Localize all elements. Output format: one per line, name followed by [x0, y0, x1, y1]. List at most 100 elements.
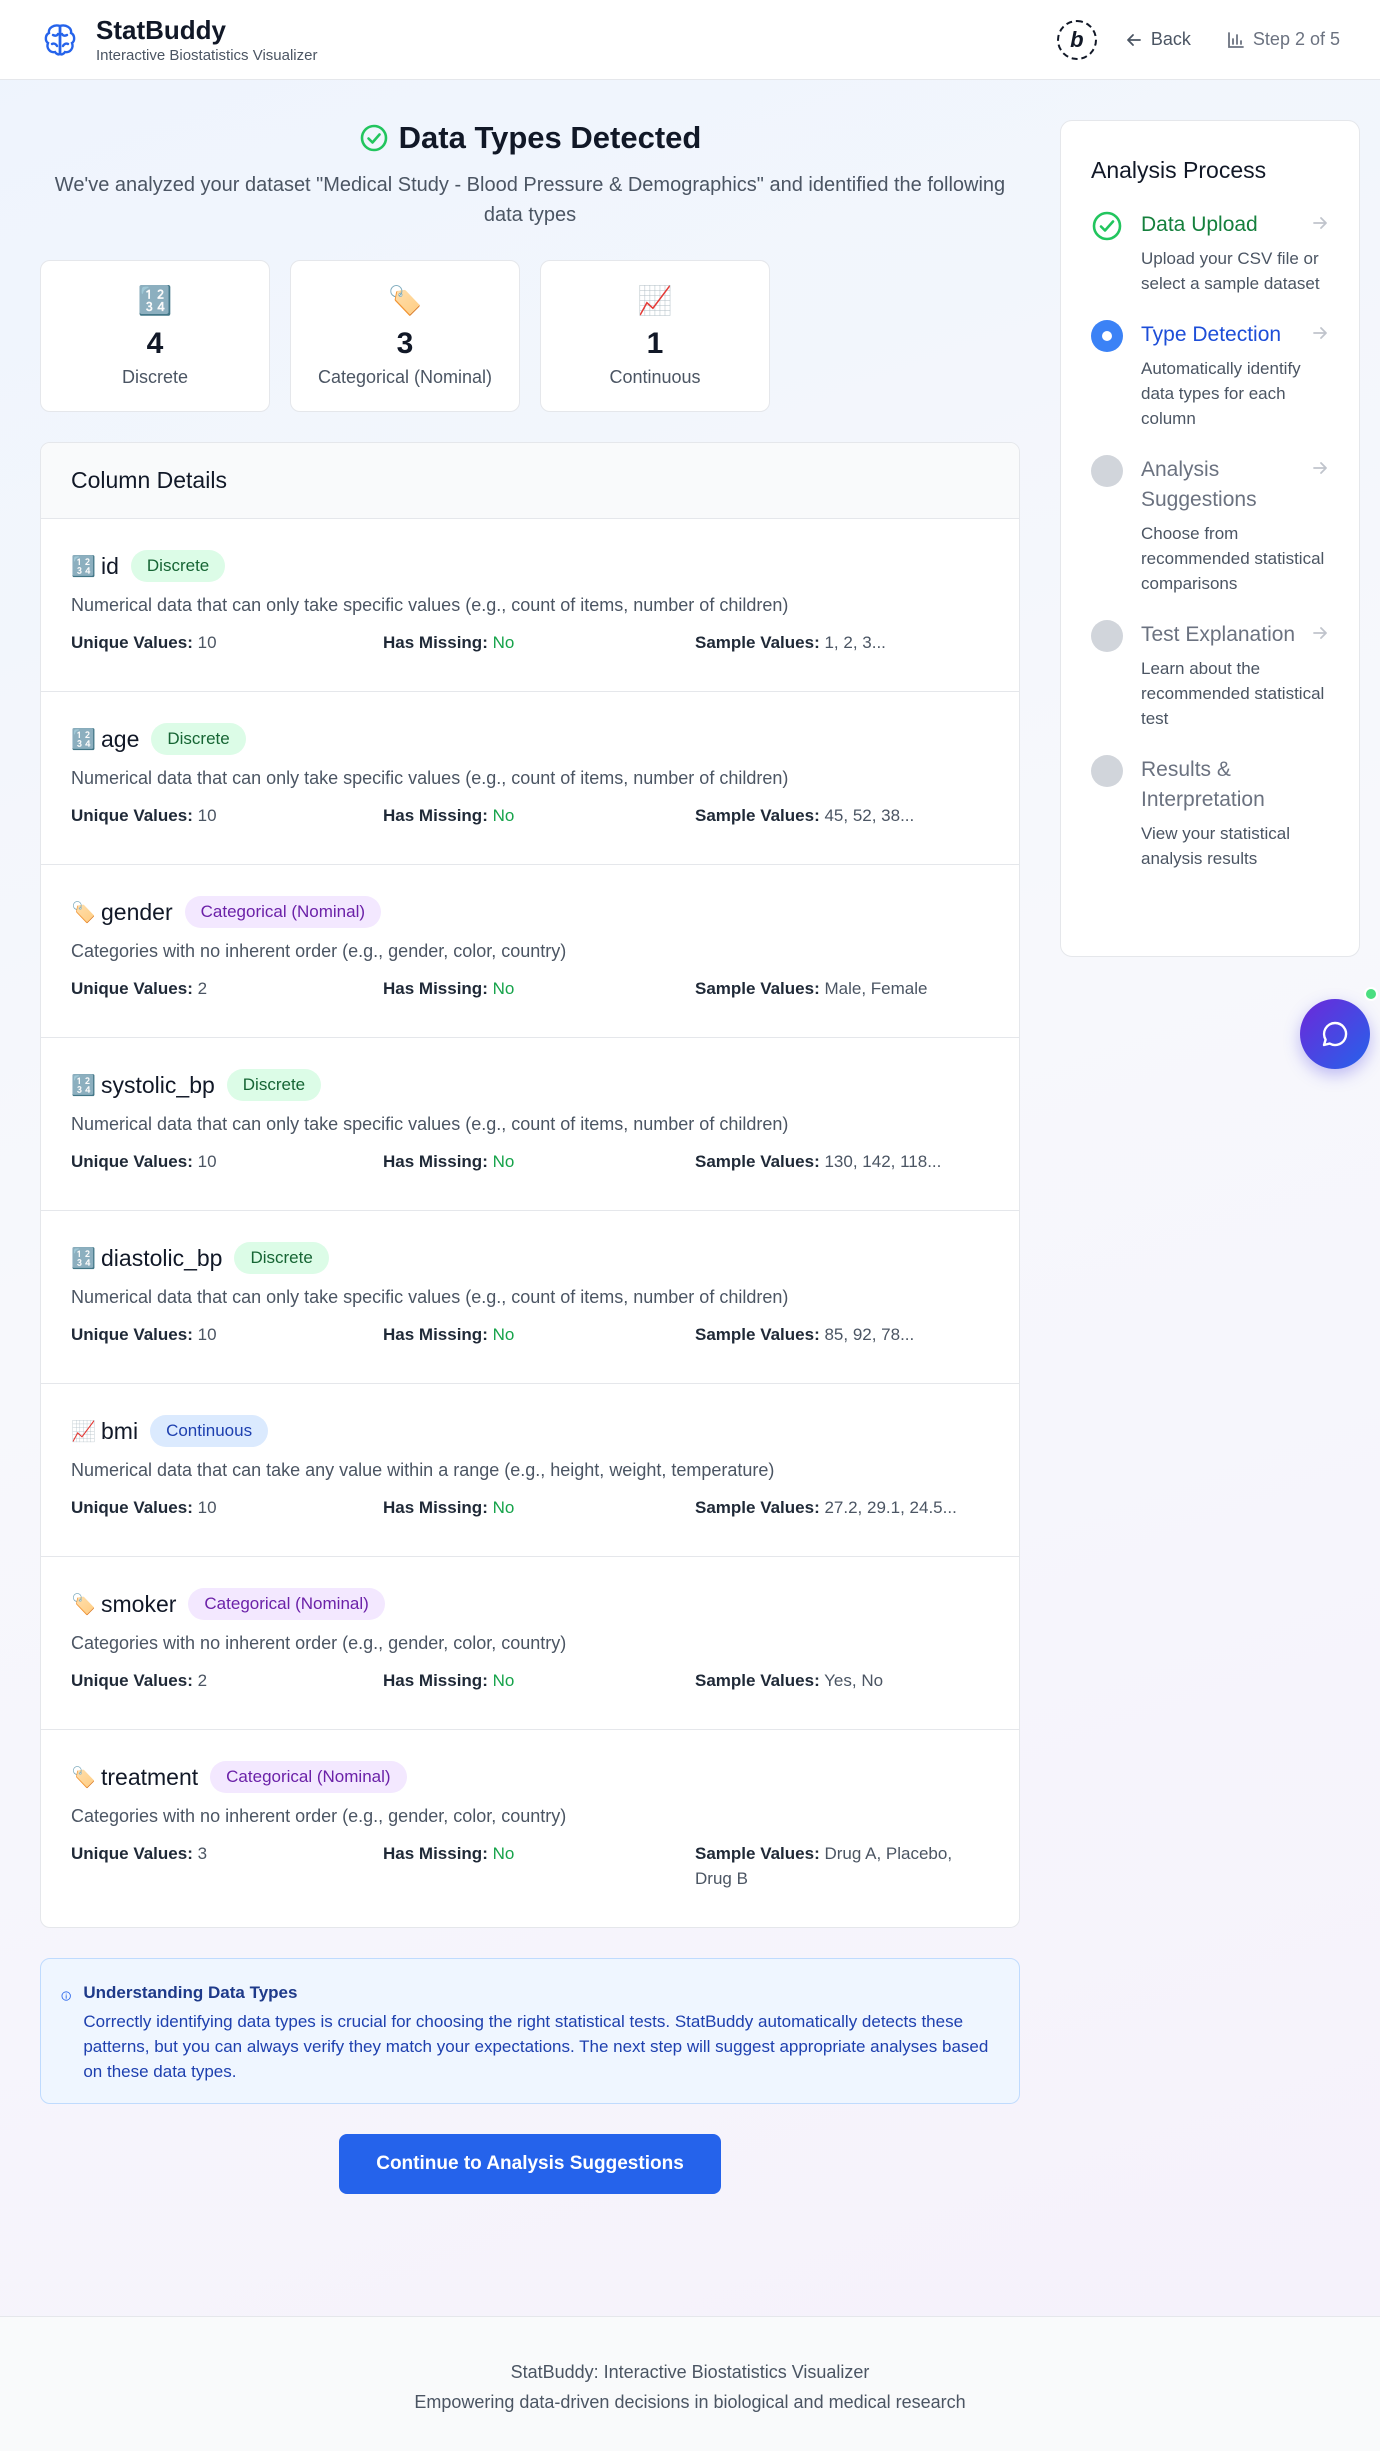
has-missing-label: Has Missing:: [383, 1152, 488, 1171]
unique-values-value: 10: [197, 1498, 217, 1517]
process-step[interactable]: Type Detection Automatically identify dat…: [1091, 320, 1329, 431]
active-step-icon: [1091, 320, 1123, 352]
brain-logo-icon[interactable]: [40, 20, 80, 60]
steps-list: Data Upload Upload your CSV file or selec…: [1091, 210, 1329, 871]
has-missing: Has Missing: No: [383, 1495, 695, 1520]
column-details-title: Column Details: [41, 443, 1019, 519]
column-stats: Unique Values: 10 Has Missing: No Sample V…: [71, 1149, 989, 1174]
sample-values-value: 85, 92, 78...: [824, 1325, 915, 1344]
unique-values-value: 2: [197, 1671, 208, 1690]
column-header: 🔢 systolic_bp Discrete: [71, 1066, 989, 1104]
summary-count: 1: [646, 326, 664, 360]
tag-icon: 🏷️: [387, 284, 423, 316]
step-name: Test Explanation: [1141, 623, 1296, 646]
column-stats: Unique Values: 10 Has Missing: No Sample V…: [71, 1495, 989, 1520]
column-name: id: [101, 552, 119, 579]
column-name: smoker: [101, 1590, 177, 1617]
continue-button[interactable]: Continue to Analysis Suggestions: [339, 2134, 721, 2194]
column-row: 🔢 age Discrete Numerical data that can only…: [41, 692, 1019, 865]
has-missing-value: No: [492, 1152, 515, 1171]
summary-count: 4: [146, 326, 164, 360]
tag-icon: 🏷️: [71, 1766, 96, 1789]
has-missing-value: No: [492, 1671, 515, 1690]
column-row: 🔢 systolic_bp Discrete Numerical data that …: [41, 1038, 1019, 1211]
brand-name: StatBuddy: [96, 15, 226, 45]
step-description: Upload your CSV file or select a sample …: [1141, 249, 1320, 293]
sample-values: Sample Values: Yes, No: [695, 1668, 965, 1693]
info-body: Understanding Data Types Correctly ident…: [83, 1983, 999, 2083]
check-circle-icon: [1091, 210, 1123, 242]
process-step[interactable]: Results & Interpretation View your statis…: [1091, 755, 1329, 871]
column-row: 🏷️ gender Categorical (Nominal) Categories …: [41, 865, 1019, 1038]
has-missing-value: No: [492, 979, 515, 998]
chat-button[interactable]: [1300, 999, 1370, 1069]
unique-values-label: Unique Values:: [71, 1844, 193, 1863]
unique-values-label: Unique Values:: [71, 806, 193, 825]
numbers-icon: 🔢: [71, 555, 96, 578]
sample-values-label: Sample Values:: [695, 806, 820, 825]
unique-values-value: 3: [197, 1844, 208, 1863]
has-missing-label: Has Missing:: [383, 806, 488, 825]
unique-values-value: 10: [197, 806, 217, 825]
unique-values-value: 10: [197, 633, 217, 652]
header-actions: b Back Step 2 of 5: [1056, 19, 1340, 60]
column-header: 🔢 id Discrete: [71, 547, 989, 585]
numbers-icon: 🔢: [71, 728, 96, 751]
info-text: Correctly identifying data types is cruc…: [83, 2012, 989, 2081]
column-description: Numerical data that can only take specif…: [71, 1287, 789, 1307]
unique-values-label: Unique Values:: [71, 1152, 193, 1171]
arrow-left-icon: [1126, 33, 1141, 46]
sample-values-label: Sample Values:: [695, 633, 820, 652]
type-badge: Discrete: [226, 1069, 322, 1101]
back-button[interactable]: Back: [1125, 29, 1191, 50]
process-step[interactable]: Analysis Suggestions Choose from recommen…: [1091, 455, 1329, 596]
sample-values: Sample Values: 45, 52, 38...: [695, 803, 965, 828]
summary-card: 🏷️ 3 Categorical (Nominal): [290, 260, 520, 412]
step-description: Automatically identify data types for ea…: [1141, 359, 1301, 428]
has-missing-label: Has Missing:: [383, 1498, 488, 1517]
chart-icon: 📈: [637, 284, 673, 316]
step-name: Data Upload: [1141, 213, 1258, 236]
has-missing: Has Missing: No: [383, 1841, 695, 1891]
unique-values-label: Unique Values:: [71, 1671, 193, 1690]
summary-card: 🔢 4 Discrete: [40, 260, 270, 412]
has-missing-label: Has Missing:: [383, 1671, 488, 1690]
step-indicator: Step 2 of 5: [1227, 29, 1340, 50]
back-label: Back: [1150, 29, 1191, 49]
column-name: bmi: [101, 1417, 139, 1444]
step-body: Results & Interpretation View your statis…: [1141, 755, 1329, 871]
info-title: Understanding Data Types: [83, 1983, 298, 2002]
column-row: 🔢 id Discrete Numerical data that can only …: [41, 519, 1019, 692]
footer-title: StatBuddy: Interactive Biostatistics Vis…: [510, 2362, 870, 2382]
summary-label: Discrete: [121, 366, 188, 387]
summary-count: 3: [396, 326, 414, 360]
unique-values: Unique Values: 2: [71, 1668, 383, 1693]
app-header: StatBuddy Interactive Biostatistics Visu…: [0, 0, 1380, 80]
column-row: 🏷️ treatment Categorical (Nominal) Categori…: [41, 1730, 1019, 1927]
sample-values: Sample Values: Male, Female: [695, 976, 965, 1001]
column-stats: Unique Values: 2 Has Missing: No Sample Va…: [71, 976, 989, 1001]
unique-values-value: 10: [197, 1152, 217, 1171]
active-dot: [1102, 331, 1112, 341]
sample-values: Sample Values: 27.2, 29.1, 24.5...: [695, 1495, 965, 1520]
sample-values-value: 1, 2, 3...: [824, 633, 886, 652]
bolt-badge-icon[interactable]: b: [1056, 19, 1097, 60]
unique-values: Unique Values: 10: [71, 803, 383, 828]
has-missing-value: No: [492, 1325, 515, 1344]
brand-subtitle: Interactive Biostatistics Visualizer: [96, 47, 318, 64]
type-badge: Categorical (Nominal): [188, 1588, 385, 1620]
has-missing-value: No: [492, 806, 515, 825]
sample-values: Sample Values: 130, 142, 118...: [695, 1149, 965, 1174]
arrow-right-icon: [1311, 214, 1329, 237]
process-step[interactable]: Test Explanation Learn about the recommen…: [1091, 620, 1329, 731]
column-stats: Unique Values: 3 Has Missing: No Sample Va…: [71, 1841, 989, 1891]
has-missing-value: No: [492, 1498, 515, 1517]
columns-list: 🔢 id Discrete Numerical data that can only …: [41, 519, 1019, 1927]
column-stats: Unique Values: 10 Has Missing: No Sample V…: [71, 630, 989, 655]
column-header: 🔢 diastolic_bp Discrete: [71, 1239, 989, 1277]
type-badge: Discrete: [151, 723, 246, 755]
unique-values: Unique Values: 3: [71, 1841, 383, 1891]
sample-values-value: 27.2, 29.1, 24.5...: [824, 1498, 957, 1517]
sample-values-value: 45, 52, 38...: [824, 806, 915, 825]
process-step[interactable]: Data Upload Upload your CSV file or selec…: [1091, 210, 1329, 296]
